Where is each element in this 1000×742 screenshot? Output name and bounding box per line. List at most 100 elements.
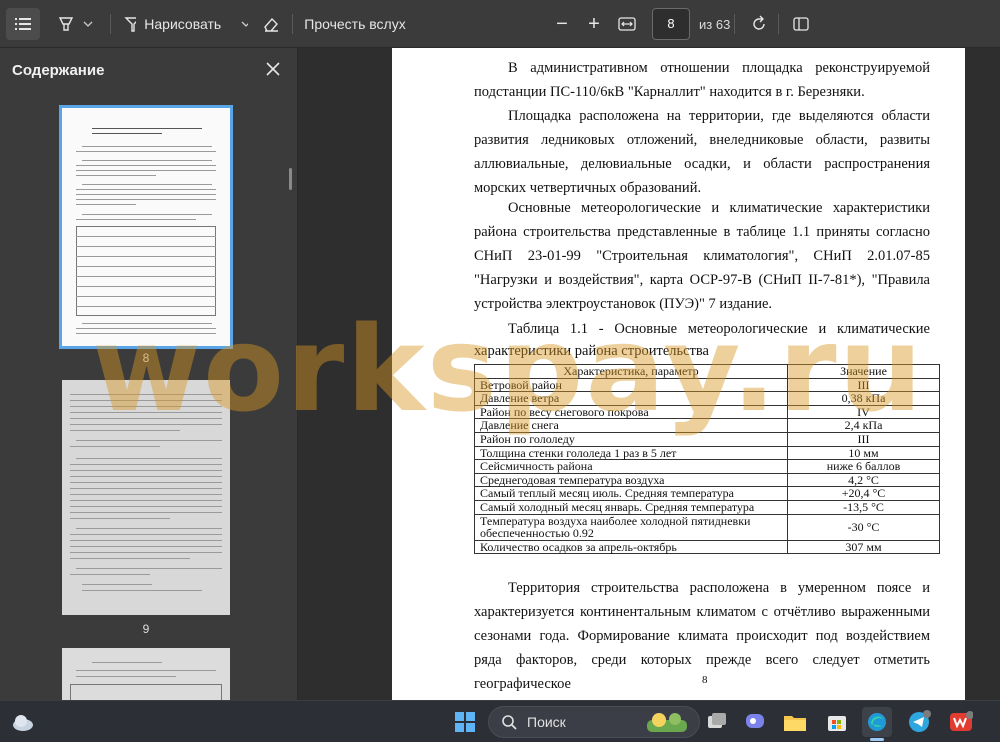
parameter-cell: Сейсмичность района [474, 459, 788, 474]
scrollbar-thumb[interactable] [289, 168, 292, 190]
close-icon [266, 62, 280, 76]
minus-icon: − [556, 12, 568, 35]
table-row: Район по гололеду III [474, 431, 940, 447]
divider [734, 14, 735, 34]
divider [292, 14, 293, 34]
value-cell: ниже 6 баллов [787, 459, 940, 474]
value-cell: 4,2 °С [787, 472, 940, 488]
store-icon[interactable] [822, 707, 852, 737]
plus-icon: + [588, 12, 600, 35]
value-cell: 2,4 кПа [787, 418, 940, 433]
contents-panel: Содержание 8 9 [0, 48, 298, 700]
parameter-cell: Район по гололеду [474, 431, 788, 447]
chevron-down-icon[interactable] [241, 19, 248, 29]
weather-icon[interactable] [10, 709, 36, 735]
read-aloud-button[interactable]: Прочесть вслух [300, 8, 410, 40]
eraser-button[interactable] [256, 8, 286, 40]
parameter-cell: Среднегодовая температура воздуха [474, 472, 788, 488]
parameter-cell: Температура воздуха наиболее холодной пя… [474, 513, 788, 541]
table-header-row: Характеристика, параметр Значение [474, 364, 940, 379]
table-row: Давление ветра 0,38 кПа [474, 391, 940, 406]
draw-label: Нарисовать [144, 16, 222, 32]
fit-width-icon [618, 17, 636, 31]
page-view-button[interactable] [786, 8, 816, 40]
page-count: из 63 [699, 17, 731, 32]
value-cell: III [787, 431, 940, 447]
parameter-cell: Толщина стенки гололеда 1 раз в 5 лет [474, 445, 788, 461]
parameter-cell: Ветровой район [474, 377, 788, 393]
table-row: Район по весу снегового покрова IV [474, 404, 940, 420]
paragraph: В административном отношении площадка ре… [474, 60, 930, 100]
parameter-cell: Давление ветра [474, 391, 788, 406]
active-indicator [870, 738, 884, 741]
document-page: В административном отношении площадка ре… [392, 48, 965, 700]
taskbar: Поиск [0, 700, 1000, 742]
rotate-icon [753, 15, 765, 30]
parameter-cell: Самый холодный месяц январь. Средняя тем… [474, 499, 788, 515]
value-cell: 307 мм [787, 539, 940, 555]
divider [778, 14, 779, 34]
file-explorer-icon[interactable] [780, 707, 810, 737]
page-thumbnail-9[interactable] [62, 380, 230, 615]
list-icon [15, 18, 31, 30]
table-caption: Таблица 1.1 - Основные метеорологические… [474, 321, 930, 359]
climate-table: Характеристика, параметр Значение Ветровой… [474, 364, 940, 555]
two-page-icon [793, 17, 809, 31]
table-header-cell: Характеристика, параметр [474, 364, 788, 379]
table-row: Самый холодный месяц январь. Средняя тем… [474, 499, 940, 515]
rotate-button[interactable] [744, 8, 774, 40]
search-highlight-icon [647, 713, 687, 732]
table-row: Сейсмичность района ниже 6 баллов [474, 459, 940, 474]
toolbar: Нарисовать Прочесть вслух − + 8 из 63 [0, 0, 1000, 48]
task-view-icon[interactable] [702, 707, 732, 737]
chevron-down-icon[interactable] [83, 19, 93, 29]
parameter-cell: Район по весу снегового покрова [474, 404, 788, 420]
fit-page-button[interactable] [612, 8, 642, 40]
table-row: Температура воздуха наиболее холодной пя… [474, 513, 940, 541]
page-thumbnail-10[interactable] [62, 648, 230, 700]
paragraph: Площадка расположена на территории, где … [474, 108, 930, 196]
search-label: Поиск [527, 714, 566, 730]
page-number: 8 [702, 674, 708, 686]
zoom-in-button[interactable]: + [580, 8, 608, 40]
parameter-cell: Давление снега [474, 418, 788, 433]
chat-icon[interactable] [740, 707, 770, 737]
highlighter-icon [58, 17, 74, 31]
value-cell: +20,4 °С [787, 486, 940, 501]
highlight-button[interactable] [50, 8, 100, 40]
contents-toggle-button[interactable] [6, 8, 40, 40]
wps-office-icon[interactable] [946, 707, 976, 737]
parameter-cell: Количество осадков за апрель-октябрь [474, 539, 788, 555]
value-cell: 10 мм [787, 445, 940, 461]
search-icon [502, 715, 517, 730]
zoom-out-button[interactable]: − [548, 8, 576, 40]
table-row: Количество осадков за апрель-октябрь 307 … [474, 539, 940, 555]
value-cell: -30 °С [787, 513, 940, 541]
table-row: Давление снега 2,4 кПа [474, 418, 940, 433]
table-row: Толщина стенки гололеда 1 раз в 5 лет 10 … [474, 445, 940, 461]
taskbar-search[interactable]: Поиск [488, 706, 700, 738]
table-row: Среднегодовая температура воздуха 4,2 °С [474, 472, 940, 488]
edge-icon[interactable] [862, 707, 892, 737]
close-panel-button[interactable] [262, 58, 284, 80]
value-cell: IV [787, 404, 940, 420]
paragraph: Основные метеорологические и климатическ… [474, 200, 930, 312]
telegram-icon[interactable] [904, 707, 934, 737]
pen-icon [124, 17, 137, 32]
windows-start-icon[interactable] [450, 707, 480, 737]
divider [110, 14, 111, 34]
value-cell: III [787, 377, 940, 393]
eraser-icon [264, 17, 278, 32]
page-number-input[interactable]: 8 [652, 8, 690, 40]
thumbnail-label: 9 [142, 622, 150, 636]
draw-button[interactable]: Нарисовать [120, 8, 248, 40]
table-row: Самый теплый месяц июль. Средняя темпера… [474, 486, 940, 501]
page-thumbnail-8[interactable] [59, 105, 233, 349]
value-cell: -13,5 °С [787, 499, 940, 515]
document-viewer[interactable]: В административном отношении площадка ре… [298, 48, 1000, 700]
value-cell: 0,38 кПа [787, 391, 940, 406]
table-header-cell: Значение [787, 364, 940, 379]
table-row: Ветровой район III [474, 377, 940, 393]
parameter-cell: Самый теплый месяц июль. Средняя темпера… [474, 486, 788, 501]
thumbnail-label: 8 [142, 351, 150, 365]
